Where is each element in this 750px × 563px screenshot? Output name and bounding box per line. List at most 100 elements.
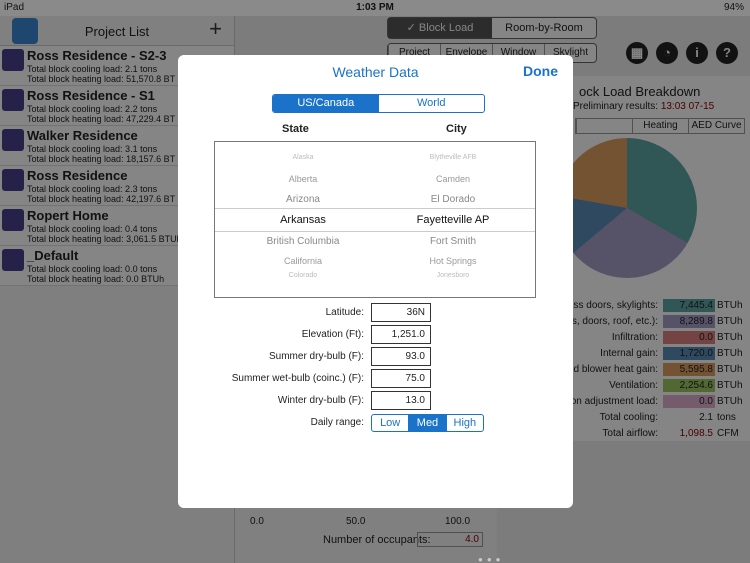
legend-unit: BTUh	[717, 348, 743, 359]
picker-city: Blytheville AFB	[429, 154, 477, 161]
project-cooling: Total block cooling load: 2.2 tons	[27, 104, 158, 114]
project-cooling: Total block cooling load: 0.0 tons	[27, 264, 158, 274]
picker-state: Alberta	[288, 174, 318, 184]
battery-level: 94%	[723, 2, 744, 13]
state-column-header: State	[282, 123, 309, 135]
picker-state: Alaska	[292, 154, 314, 161]
location-picker[interactable]: Alaska Blytheville AFB Alberta Camden Arizon…	[214, 141, 536, 298]
latitude-label: Latitude:	[325, 307, 364, 318]
legend-label: Ventilation:	[609, 380, 658, 391]
project-cooling: Total block cooling load: 2.3 tons	[27, 184, 158, 194]
picker-city: Fort Smith	[429, 236, 477, 247]
legend-label: Infiltration:	[611, 332, 658, 343]
occupants-field[interactable]: 4.0	[417, 532, 483, 547]
legend-label: Total cooling:	[599, 412, 658, 423]
daily-range-control: Low Med High	[371, 414, 484, 432]
house-icon	[2, 209, 24, 231]
sidebar-header: Project List +	[0, 16, 234, 46]
winter-dry-bulb-field[interactable]: 13.0	[371, 391, 431, 410]
load-mode-tabs: ✓ Block Load Room-by-Room	[387, 17, 597, 39]
project-heating: Total block heating load: 47,229.4 BT	[27, 114, 176, 124]
weather-data-dialog: Weather Data Done US/Canada World State …	[178, 55, 573, 508]
summer-dry-bulb-field[interactable]: 93.0	[371, 347, 431, 366]
slider-tick-min: 0.0	[250, 516, 264, 527]
project-heating: Total block heating load: 18,157.6 BT	[27, 154, 176, 164]
legend-unit: BTUh	[717, 380, 743, 391]
page-indicator: ●●●	[478, 555, 505, 563]
project-heating: Total block heating load: 42,197.6 BT	[27, 194, 176, 204]
house-icon	[2, 89, 24, 111]
done-button[interactable]: Done	[523, 63, 558, 79]
tab-cooling[interactable]	[576, 119, 632, 133]
picker-row[interactable]: British Columbia Fort Smith	[215, 236, 535, 250]
daily-range-low[interactable]: Low	[372, 415, 408, 431]
daily-range-med[interactable]: Med	[408, 415, 446, 431]
project-cooling: Total block cooling load: 3.1 tons	[27, 144, 158, 154]
legend-unit: BTUh	[717, 300, 743, 311]
house-icon	[2, 129, 24, 151]
legend-unit: BTUh	[717, 332, 743, 343]
picker-state: Arizona	[286, 194, 320, 205]
info-icon[interactable]: i	[686, 42, 708, 64]
winter-dry-bulb-row: Winter dry-bulb (F): 13.0	[178, 391, 573, 411]
tab-us-canada[interactable]: US/Canada	[273, 95, 379, 112]
picker-city: El Dorado	[430, 194, 476, 205]
tab-heating[interactable]: Heating	[632, 119, 688, 133]
status-bar: iPad 1:03 PM 94%	[0, 0, 750, 16]
picker-row[interactable]: California Hot Springs	[215, 256, 535, 270]
daily-range-high[interactable]: High	[445, 415, 483, 431]
pie-chart-icon[interactable]: ◔	[656, 42, 678, 64]
legend-value: 0.0	[663, 331, 715, 344]
summer-dry-bulb-row: Summer dry-bulb (F): 93.0	[178, 347, 573, 367]
legend-unit: BTUh	[717, 316, 743, 327]
sidebar-title: Project List	[84, 24, 150, 39]
picker-state: British Columbia	[266, 236, 340, 247]
tab-room-by-room[interactable]: Room-by-Room	[492, 18, 596, 38]
help-icon[interactable]: ?	[716, 42, 738, 64]
legend-label: d blower heat gain:	[573, 364, 658, 375]
toolbar-icons: ▦ ◔ i ?	[626, 42, 738, 64]
house-icon	[2, 169, 24, 191]
legend-unit: tons	[717, 412, 736, 423]
slider-tick-max: 100.0	[445, 516, 471, 527]
picker-row[interactable]: Alberta Camden	[215, 174, 535, 188]
project-heating: Total block heating load: 51,570.8 BT	[27, 74, 176, 84]
load-pie-chart	[557, 138, 697, 278]
latitude-field[interactable]: 36N	[371, 303, 431, 322]
project-name: Ropert Home	[27, 208, 109, 223]
dialog-title: Weather Data	[332, 64, 419, 80]
picker-state: Colorado	[288, 272, 318, 279]
project-name: _Default	[27, 248, 79, 263]
elevation-field[interactable]: 1,251.0	[371, 325, 431, 344]
calculator-icon[interactable]: ▦	[626, 42, 648, 64]
picker-state: Arkansas	[280, 214, 326, 226]
occupants-label: Number of occupants:	[323, 534, 431, 546]
result-tabs: Heating AED Curve	[575, 118, 745, 134]
tab-world[interactable]: World	[379, 95, 485, 112]
legend-unit: CFM	[717, 428, 739, 439]
house-icon	[2, 49, 24, 71]
legend-value: 1,720.0	[663, 347, 715, 360]
add-project-button[interactable]: +	[209, 18, 222, 40]
clock: 1:03 PM	[356, 2, 394, 13]
tab-aed-curve[interactable]: AED Curve	[688, 119, 744, 133]
legend-label: ss doors, skylights:	[573, 300, 658, 311]
legend-value: 2,254.6	[663, 379, 715, 392]
latitude-row: Latitude: 36N	[178, 303, 573, 323]
tab-block-load[interactable]: ✓ Block Load	[388, 18, 492, 38]
picker-row[interactable]: Arizona El Dorado	[215, 194, 535, 208]
picker-row[interactable]: Colorado Jonesboro	[215, 272, 535, 286]
project-cooling: Total block cooling load: 0.4 tons	[27, 224, 158, 234]
winter-dry-bulb-label: Winter dry-bulb (F):	[277, 395, 364, 406]
legend-value: 8,289.8	[663, 315, 715, 328]
picker-state: California	[283, 256, 323, 266]
breakdown-title: ock Load Breakdown	[579, 84, 701, 99]
legend-value: 0.0	[663, 395, 715, 408]
summer-wet-bulb-label: Summer wet-bulb (coinc.) (F):	[231, 373, 364, 384]
picker-row-selected[interactable]: Arkansas Fayetteville AP	[215, 214, 535, 228]
picker-row[interactable]: Alaska Blytheville AFB	[215, 154, 535, 168]
project-name: Ross Residence - S1	[27, 88, 155, 103]
summer-wet-bulb-field[interactable]: 75.0	[371, 369, 431, 388]
house-icon	[2, 249, 24, 271]
legend-value: 5,595.8	[663, 363, 715, 376]
